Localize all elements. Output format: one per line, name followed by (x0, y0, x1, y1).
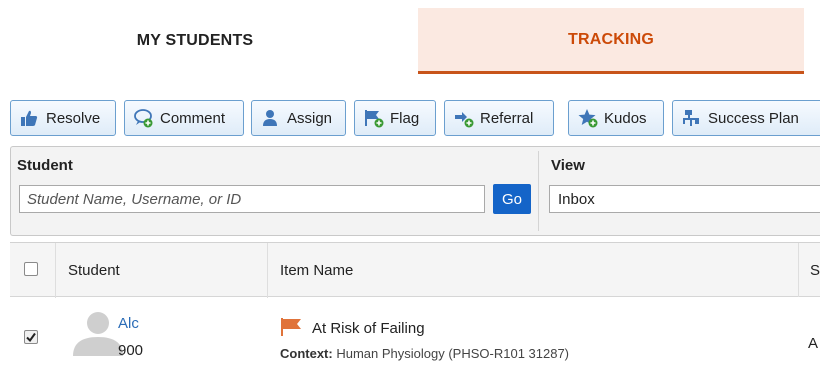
tracking-table: Student Item Name S Alc 900 At Risk of F… (10, 242, 820, 376)
row-checkbox[interactable] (24, 330, 38, 344)
user-icon (260, 108, 280, 128)
referral-add-icon (453, 108, 474, 128)
comment-button[interactable]: Comment (124, 100, 244, 136)
student-id: 900 (118, 342, 144, 359)
success-plan-icon (681, 108, 701, 128)
referral-button[interactable]: Referral (444, 100, 554, 136)
flag-icon (280, 318, 302, 336)
flag-add-icon (363, 108, 384, 128)
assign-label: Assign (287, 109, 333, 127)
filter-divider (538, 151, 539, 231)
select-all-checkbox[interactable] (24, 262, 38, 276)
view-select[interactable]: Inbox (549, 185, 820, 213)
next-column-value: A (808, 335, 819, 352)
tab-tracking[interactable]: TRACKING (418, 8, 804, 74)
flag-label: Flag (390, 109, 420, 127)
context-value: Human Physiology (PHSO-R101 31287) (336, 346, 570, 361)
item-title[interactable]: At Risk of Failing (312, 320, 425, 337)
student-name-link[interactable]: Alc (118, 315, 139, 332)
column-divider (798, 243, 799, 297)
flag-button[interactable]: Flag (354, 100, 436, 136)
resolve-label: Resolve (46, 109, 101, 127)
referral-label: Referral (480, 109, 534, 127)
column-header-item-name[interactable]: Item Name (280, 243, 353, 297)
kudos-button[interactable]: Kudos (568, 100, 664, 136)
kudos-label: Kudos (604, 109, 647, 127)
context-label: Context: (280, 346, 333, 361)
comment-add-icon (133, 108, 153, 128)
success-plan-button[interactable]: Success Plan (672, 100, 820, 136)
go-button[interactable]: Go (493, 184, 531, 214)
resolve-button[interactable]: Resolve (10, 100, 116, 136)
comment-label: Comment (160, 109, 226, 127)
assign-button[interactable]: Assign (251, 100, 346, 136)
filter-panel: Student Go View Inbox (10, 146, 820, 236)
student-filter-label: Student (17, 157, 73, 174)
item-context: Context: Human Physiology (PHSO-R101 312… (280, 346, 569, 361)
tab-my-students[interactable]: MY STUDENTS (0, 8, 390, 74)
student-search-input[interactable] (19, 185, 485, 213)
column-header-next[interactable]: S (810, 243, 820, 297)
star-add-icon (577, 108, 598, 128)
view-filter-label: View (551, 157, 585, 174)
tab-bar: MY STUDENTS TRACKING (0, 0, 820, 76)
success-plan-label: Success Plan (708, 109, 799, 127)
view-select-value: Inbox (558, 190, 595, 208)
action-toolbar: Resolve Comment Assign Flag Referral Kud… (10, 100, 820, 136)
thumbs-up-icon (19, 108, 39, 128)
column-header-student[interactable]: Student (68, 243, 120, 297)
table-header: Student Item Name S (10, 243, 820, 297)
table-row[interactable]: Alc 900 At Risk of Failing Context: Huma… (10, 298, 820, 376)
